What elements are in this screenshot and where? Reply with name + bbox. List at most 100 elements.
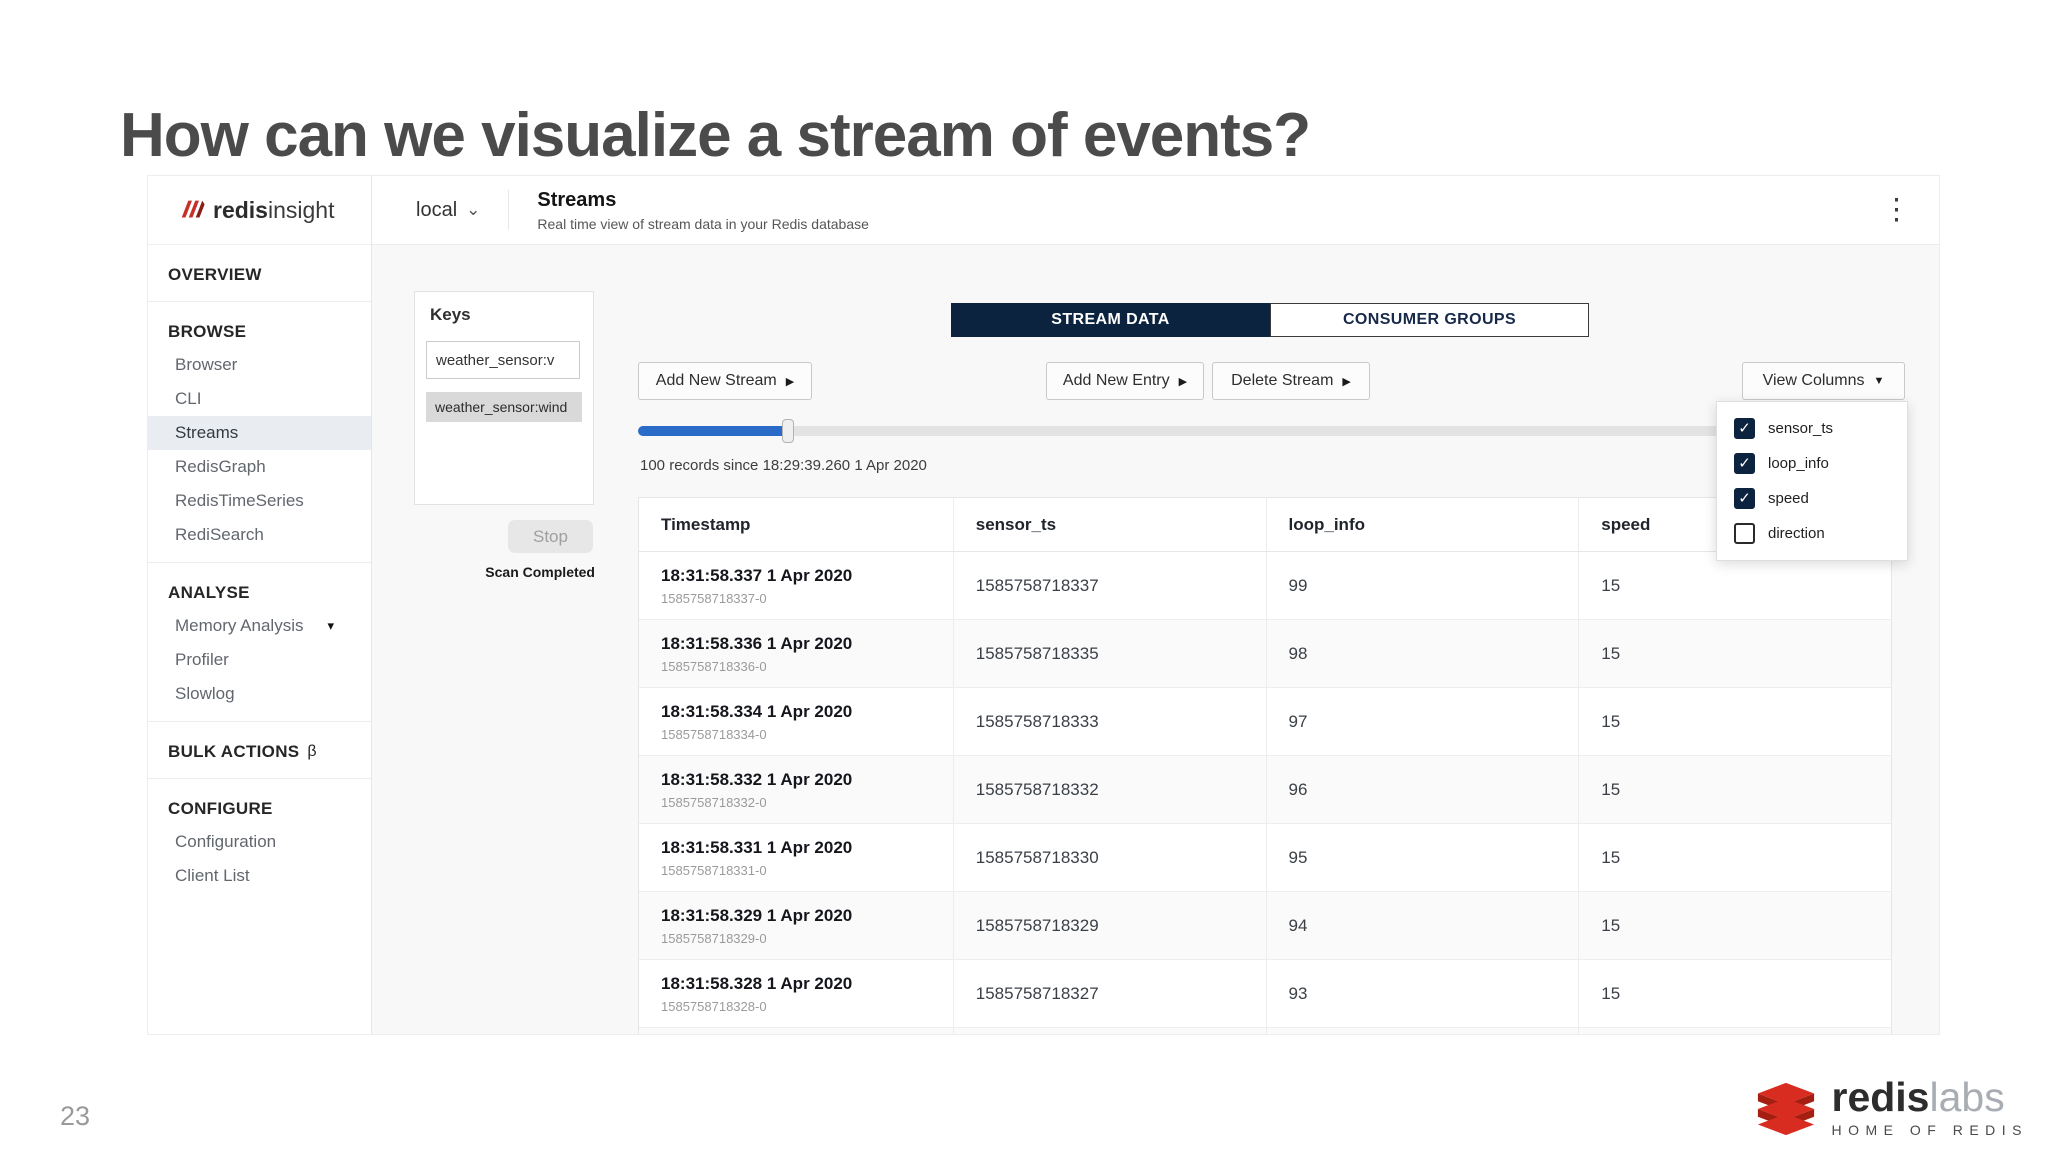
key-filter-input[interactable] (426, 341, 580, 379)
button-label: Delete Stream (1231, 372, 1334, 389)
redislabs-logo-text: redislabs HOME OF REDIS (1831, 1074, 2028, 1139)
timestamp-value: 18:31:58.337 1 Apr 2020 (661, 565, 853, 585)
checkbox-icon[interactable]: ✓ (1734, 418, 1755, 439)
table-row[interactable]: 18:31:58.336 1 Apr 2020 1585758718336-0 … (639, 620, 1891, 688)
check-icon: ✓ (1738, 420, 1751, 437)
app-logo[interactable]: redisinsight (148, 176, 371, 245)
timestamp-value: 18:31:58.328 1 Apr 2020 (661, 973, 853, 993)
check-icon: ✓ (1738, 490, 1751, 507)
table-row[interactable]: 18:31:58.329 1 Apr 2020 1585758718329-0 … (639, 892, 1891, 960)
table-row[interactable]: 18:31:58.328 1 Apr 2020 1585758718328-0 … (639, 960, 1891, 1028)
sidebar-item-client-list[interactable]: Client List (148, 859, 371, 893)
check-icon: ✓ (1738, 455, 1751, 472)
redisinsight-app-window: redisinsight OVERVIEW BROWSE Browser CLI… (147, 175, 1940, 1035)
table-row[interactable]: 18:31:58.331 1 Apr 2020 1585758718331-0 … (639, 824, 1891, 892)
column-header-timestamp[interactable]: Timestamp (639, 498, 953, 551)
sensor-ts-cell: 1585758718337 (952, 552, 1266, 619)
column-header-sensor-ts[interactable]: sensor_ts (952, 498, 1266, 551)
timestamp-cell: 18:31:58.337 1 Apr 2020 1585758718337-0 (639, 552, 953, 619)
sidebar-item-bulk-actions[interactable]: BULK ACTIONS β (148, 728, 371, 768)
table-row[interactable]: 18:31:58.334 1 Apr 2020 1585758718334-0 … (639, 688, 1891, 756)
sidebar-item-browser[interactable]: Browser (148, 348, 371, 382)
sidebar-item-slowlog[interactable]: Slowlog (148, 677, 371, 711)
sidebar-item-profiler[interactable]: Profiler (148, 643, 371, 677)
checkbox-icon[interactable]: ✓ (1734, 453, 1755, 474)
timestamp-value: 18:31:58.334 1 Apr 2020 (661, 701, 853, 721)
button-label: View Columns (1762, 372, 1865, 389)
database-selector[interactable]: local ⌄ (416, 199, 480, 222)
loop-info-cell: 93 (1265, 960, 1579, 1027)
sidebar-section-analyse: ANALYSE (168, 583, 250, 602)
checkbox-icon[interactable]: ✓ (1734, 488, 1755, 509)
table-row[interactable]: 18:31:58.326 1 Apr 2020 (639, 1028, 1891, 1034)
page-title-block: Streams Real time view of stream data in… (537, 189, 869, 232)
play-icon: ▶ (785, 375, 795, 388)
view-columns-button[interactable]: View Columns ▼ (1742, 362, 1905, 400)
column-option-label: sensor_ts (1768, 420, 1834, 437)
entry-id: 1585758718334-0 (661, 726, 767, 742)
timestamp-cell: 18:31:58.334 1 Apr 2020 1585758718334-0 (639, 688, 953, 755)
key-list-item-selected[interactable]: weather_sensor:wind (426, 392, 582, 422)
timestamp-value: 18:31:58.331 1 Apr 2020 (661, 837, 853, 857)
scan-status: Scan Completed (485, 564, 595, 580)
timestamp-cell: 18:31:58.332 1 Apr 2020 1585758718332-0 (639, 756, 953, 823)
keys-panel: Keys weather_sensor:wind (414, 291, 594, 505)
entry-id: 1585758718332-0 (661, 794, 767, 810)
redislabs-logo: redislabs HOME OF REDIS (1755, 1077, 2028, 1138)
redislabs-logo-icon (1758, 1082, 1815, 1135)
top-bar: local ⌄ Streams Real time view of stream… (372, 176, 1939, 245)
slider-handle[interactable] (782, 419, 794, 443)
stop-scan-button[interactable]: Stop (508, 520, 593, 553)
column-option-sensor-ts[interactable]: ✓ sensor_ts (1717, 411, 1907, 446)
sensor-ts-cell: 1585758718333 (952, 688, 1266, 755)
timestamp-cell: 18:31:58.336 1 Apr 2020 1585758718336-0 (639, 620, 953, 687)
sensor-ts-cell: 1585758718330 (952, 824, 1266, 891)
button-label: Add New Stream (655, 372, 777, 389)
entry-id: 1585758718329-0 (661, 930, 767, 946)
records-info: 100 records since 18:29:39.260 1 Apr 202… (640, 457, 927, 474)
play-icon: ▶ (1178, 375, 1188, 388)
loop-info-cell (1265, 1028, 1579, 1034)
table-row[interactable]: 18:31:58.332 1 Apr 2020 1585758718332-0 … (639, 756, 1891, 824)
divider (508, 190, 510, 230)
tab-stream-data[interactable]: STREAM DATA (951, 303, 1270, 337)
more-menu-button[interactable]: ⋮ (1882, 195, 1911, 225)
add-new-entry-button[interactable]: Add New Entry ▶ (1046, 362, 1204, 400)
table-row[interactable]: 18:31:58.337 1 Apr 2020 1585758718337-0 … (639, 552, 1891, 620)
sidebar-group-analyse: ANALYSE Memory Analysis ▾ Profiler Slowl… (148, 563, 371, 722)
entry-id: 1585758718331-0 (661, 862, 767, 878)
chevron-down-icon[interactable]: ▾ (327, 618, 334, 634)
sensor-ts-cell: 1585758718335 (952, 620, 1266, 687)
scan-progress-slider[interactable] (638, 419, 1905, 443)
chevron-down-icon: ⌄ (466, 200, 481, 219)
sidebar-section-configure: CONFIGURE (168, 799, 273, 818)
sidebar-group-configure: CONFIGURE Configuration Client List (148, 779, 371, 903)
column-option-direction[interactable]: ✓ direction (1717, 516, 1907, 551)
delete-stream-button[interactable]: Delete Stream ▶ (1212, 362, 1370, 400)
column-option-speed[interactable]: ✓ speed (1717, 481, 1907, 516)
sidebar-item-redisearch[interactable]: RediSearch (148, 518, 371, 552)
sidebar-item-cli[interactable]: CLI (148, 382, 371, 416)
sidebar-item-redisgraph[interactable]: RedisGraph (148, 450, 371, 484)
sidebar-item-streams[interactable]: Streams (148, 416, 371, 450)
redisinsight-logo-icon (181, 200, 205, 218)
sidebar-item-configuration[interactable]: Configuration (148, 825, 371, 859)
stream-tabs: STREAM DATA CONSUMER GROUPS (951, 303, 1589, 337)
database-name: local (416, 198, 458, 221)
loop-info-cell: 98 (1265, 620, 1579, 687)
speed-cell: 15 (1578, 688, 1891, 755)
sidebar-item-memory-analysis[interactable]: Memory Analysis ▾ (148, 609, 371, 643)
checkbox-icon[interactable]: ✓ (1734, 523, 1755, 544)
column-option-loop-info[interactable]: ✓ loop_info (1717, 446, 1907, 481)
sidebar-item-redistimeseries[interactable]: RedisTimeSeries (148, 484, 371, 518)
timestamp-cell: 18:31:58.331 1 Apr 2020 1585758718331-0 (639, 824, 953, 891)
tab-consumer-groups[interactable]: CONSUMER GROUPS (1270, 303, 1589, 337)
sidebar-item-overview[interactable]: OVERVIEW (148, 251, 371, 291)
timestamp-value: 18:31:58.329 1 Apr 2020 (661, 905, 853, 925)
view-columns-dropdown: ✓ sensor_ts ✓ loop_info ✓ speed ✓ direct… (1716, 401, 1908, 561)
sensor-ts-cell: 1585758718327 (952, 960, 1266, 1027)
timestamp-value: 18:31:58.336 1 Apr 2020 (661, 633, 853, 653)
timestamp-value: 18:31:58.332 1 Apr 2020 (661, 769, 853, 789)
column-header-loop-info[interactable]: loop_info (1265, 498, 1579, 551)
add-new-stream-button[interactable]: Add New Stream ▶ (638, 362, 812, 400)
